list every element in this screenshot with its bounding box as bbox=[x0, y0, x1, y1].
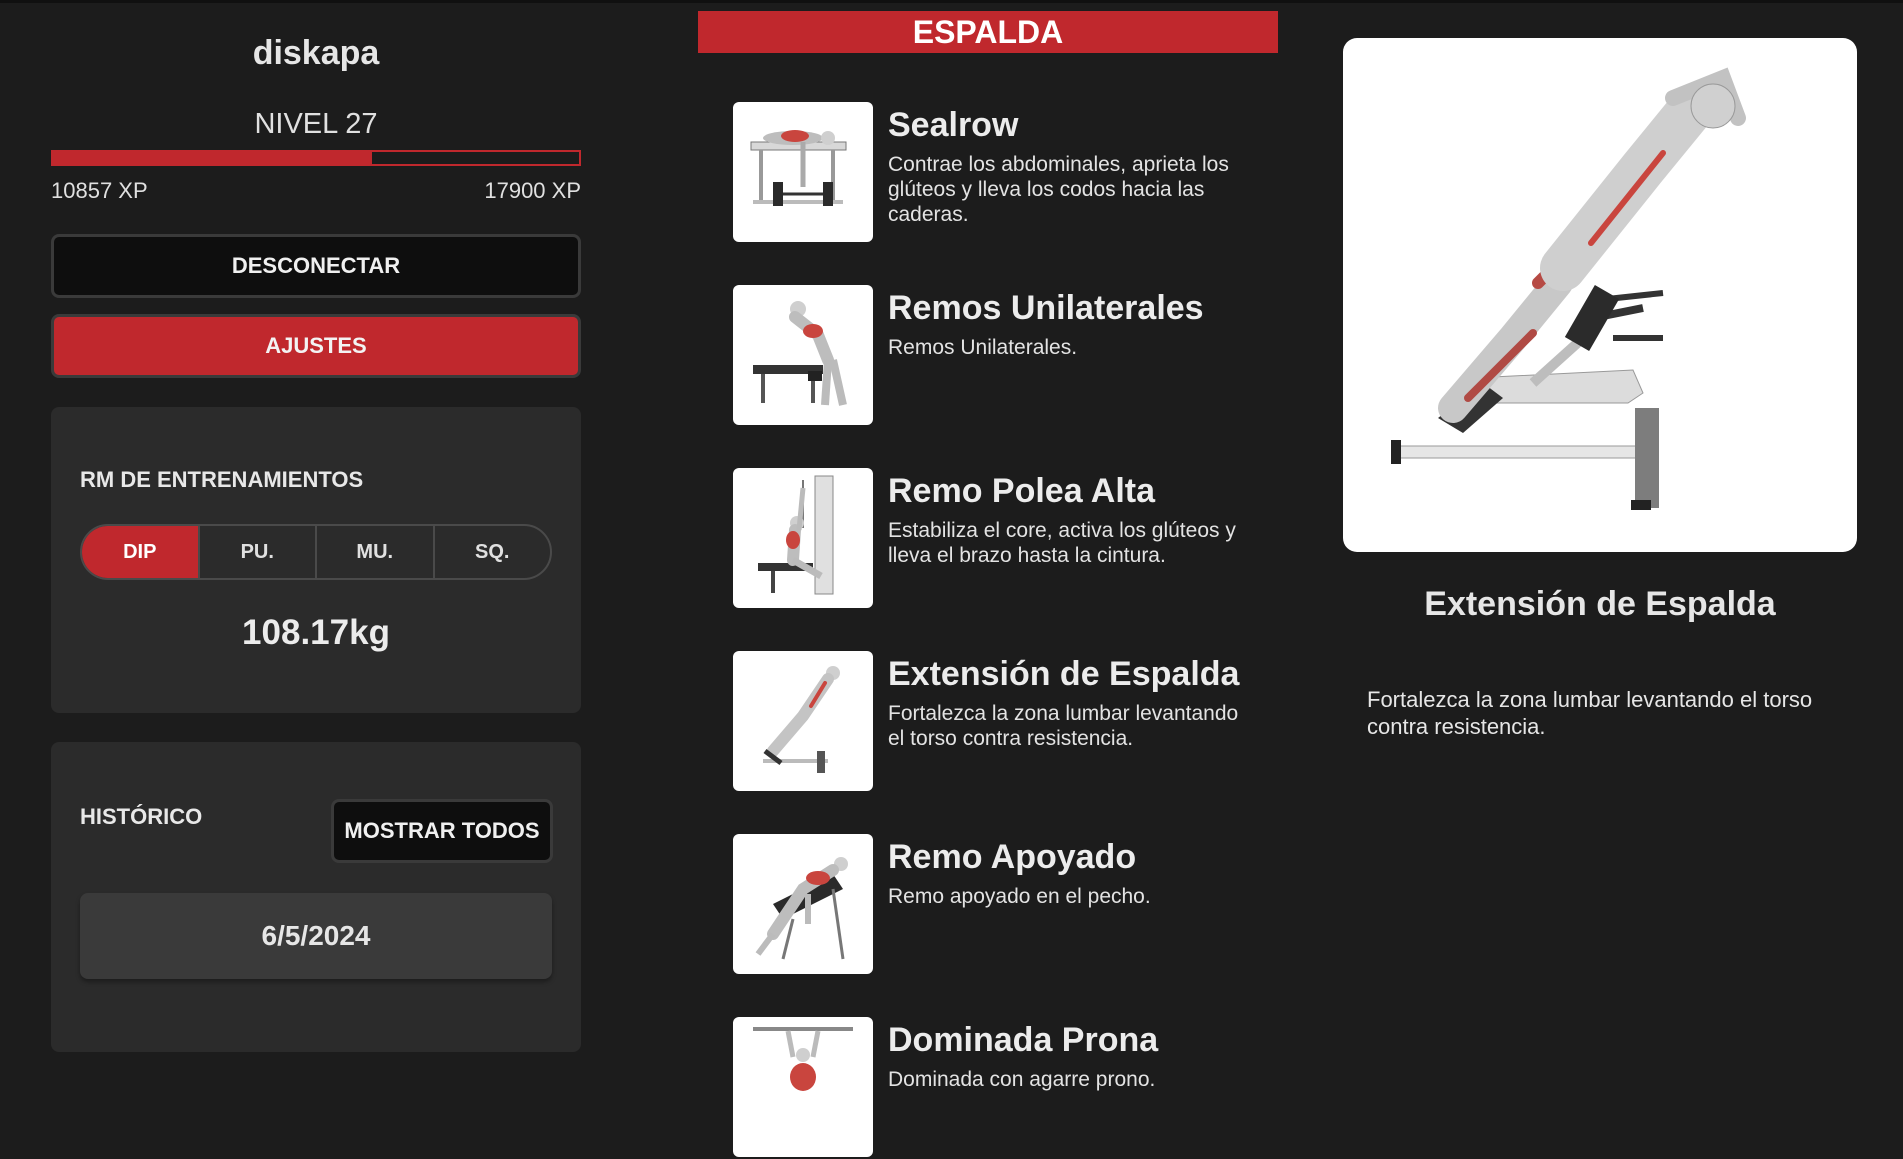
rm-card: RM DE ENTRENAMIENTOS DIP PU. MU. SQ. 108… bbox=[51, 407, 581, 713]
exercise-detail-description: Fortalezca la zona lumbar levantando el … bbox=[1367, 687, 1813, 739]
exercise-title: Sealrow bbox=[888, 106, 1019, 144]
exercise-item-remos-unilaterales[interactable]: Remos Unilaterales Remos Unilaterales. bbox=[733, 285, 1293, 427]
history-title: HISTÓRICO bbox=[80, 804, 203, 829]
back-extension-detail-illustration-icon bbox=[1391, 67, 1746, 510]
rm-tab-pull-up[interactable]: PU. bbox=[197, 526, 316, 578]
settings-button[interactable]: AJUSTES bbox=[51, 314, 581, 378]
exercise-item-remo-apoyado[interactable]: Remo Apoyado Remo apoyado en el pecho. bbox=[733, 834, 1293, 976]
exercise-item-sealrow[interactable]: Sealrow Contrae los abdominales, aprieta… bbox=[733, 102, 1293, 244]
exercise-description: Remo apoyado en el pecho. bbox=[888, 885, 1151, 908]
exercise-thumbnail bbox=[733, 285, 873, 425]
disconnect-button[interactable]: DESCONECTAR bbox=[51, 234, 581, 298]
exercise-title: Dominada Prona bbox=[888, 1021, 1159, 1059]
sealrow-illustration-icon bbox=[750, 130, 847, 206]
exercise-thumbnail bbox=[733, 834, 873, 974]
username: diskapa bbox=[252, 34, 380, 72]
rm-exercise-selector: DIP PU. MU. SQ. bbox=[80, 524, 552, 580]
top-border bbox=[0, 0, 1903, 3]
xp-current: 10857 XP bbox=[51, 178, 148, 203]
exercise-thumbnail bbox=[733, 102, 873, 242]
back-extension-illustration-icon bbox=[763, 666, 840, 773]
exercise-item-remo-polea-alta[interactable]: Remo Polea Alta Estabiliza el core, acti… bbox=[733, 468, 1293, 610]
rm-tab-dip[interactable]: DIP bbox=[82, 526, 198, 578]
exercise-title: Remos Unilaterales bbox=[888, 289, 1204, 327]
level-label: NIVEL 27 bbox=[254, 108, 378, 140]
chest-supported-row-illustration-icon bbox=[755, 857, 848, 960]
xp-progress-fill bbox=[53, 152, 373, 164]
exercise-description: Fortalezca la zona lumbar levantando el … bbox=[888, 702, 1239, 750]
rm-card-title: RM DE ENTRENAMIENTOS bbox=[80, 467, 364, 492]
exercise-detail-title: Extensión de Espalda bbox=[1424, 585, 1776, 623]
one-arm-row-illustration-icon bbox=[753, 301, 847, 406]
xp-next-level: 17900 XP bbox=[484, 178, 581, 203]
rm-tab-muscle-up[interactable]: MU. bbox=[315, 526, 433, 578]
exercise-title: Remo Apoyado bbox=[888, 838, 1137, 876]
exercise-thumbnail bbox=[733, 1017, 873, 1157]
exercise-description: Remos Unilaterales. bbox=[888, 336, 1078, 359]
exercise-item-extension-de-espalda[interactable]: Extensión de Espalda Fortalezca la zona … bbox=[733, 651, 1293, 793]
show-all-button[interactable]: MOSTRAR TODOS bbox=[331, 799, 553, 863]
history-card: HISTÓRICO MOSTRAR TODOS 6/5/2024 bbox=[51, 742, 581, 1052]
pull-up-illustration-icon bbox=[753, 1027, 853, 1091]
category-header: ESPALDA bbox=[698, 11, 1278, 53]
exercise-item-dominada-prona[interactable]: Dominada Prona Dominada con agarre prono… bbox=[733, 1017, 1293, 1159]
exercise-title: Remo Polea Alta bbox=[888, 472, 1156, 510]
xp-progress-bar bbox=[51, 150, 581, 166]
exercise-title: Extensión de Espalda bbox=[888, 655, 1240, 693]
rm-tab-squat[interactable]: SQ. bbox=[432, 526, 551, 578]
exercise-description: Estabiliza el core, activa los glúteos y… bbox=[888, 519, 1236, 567]
rm-value: 108.17kg bbox=[242, 613, 390, 652]
high-pulley-row-illustration-icon bbox=[758, 475, 834, 595]
exercise-thumbnail bbox=[733, 651, 873, 791]
exercise-description: Contrae los abdominales, aprieta los glú… bbox=[888, 153, 1229, 226]
history-entry[interactable]: 6/5/2024 bbox=[80, 893, 552, 979]
exercise-detail-image bbox=[1343, 38, 1857, 552]
exercise-thumbnail bbox=[733, 468, 873, 608]
